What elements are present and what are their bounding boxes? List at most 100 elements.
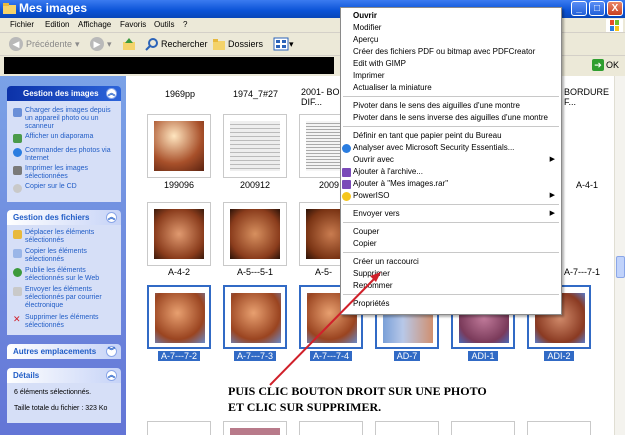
menu-item-delete[interactable]: Supprimer — [353, 269, 390, 278]
file-label-selected[interactable]: A-7---7-2 — [139, 351, 219, 361]
menu-separator — [343, 126, 559, 127]
menu-edition[interactable]: Edition — [45, 20, 69, 29]
file-label-selected[interactable]: ADI-2 — [519, 351, 599, 361]
thumbnail[interactable] — [223, 421, 287, 435]
menu-item-rotate-ccw[interactable]: Pivoter dans le sens inverse des aiguill… — [353, 113, 548, 122]
file-label[interactable]: 199096 — [139, 180, 219, 190]
file-label-selected[interactable]: ADI-1 — [443, 351, 523, 361]
task-load-images[interactable]: Charger des images depuis un appareil ph… — [13, 107, 117, 131]
menu-affichage[interactable]: Affichage — [78, 20, 111, 29]
thumbnail-selected[interactable] — [147, 285, 211, 349]
thumbnail[interactable] — [375, 421, 439, 435]
collapse-chevron-icon[interactable]: ︽ — [106, 212, 117, 223]
menu-item-create-shortcut[interactable]: Créer un raccourci — [353, 257, 419, 266]
menu-item-open-with[interactable]: Ouvrir avec — [353, 155, 394, 164]
file-label[interactable]: A-7---7-1 — [564, 267, 600, 277]
thumbnail[interactable] — [451, 421, 515, 435]
thumbnail-selected[interactable] — [223, 285, 287, 349]
image-tasks-header[interactable]: Gestion des images ︽ — [7, 86, 121, 101]
expand-chevron-icon[interactable]: ︾ — [106, 346, 117, 357]
copy-icon — [13, 249, 22, 258]
file-label[interactable]: 2009 — [319, 180, 339, 190]
web-publish-icon — [13, 268, 22, 277]
menu-item-properties[interactable]: Propriétés — [353, 299, 389, 308]
thumbnail[interactable] — [147, 114, 211, 178]
menu-item-edit[interactable]: Modifier — [353, 23, 381, 32]
forward-button[interactable]: ▶ ▾ — [90, 37, 112, 51]
maximize-button[interactable]: □ — [589, 1, 605, 16]
task-delete[interactable]: ✕ Supprimer les éléments sélectionnés — [13, 314, 117, 330]
file-label-selected[interactable]: A-7---7-3 — [215, 351, 295, 361]
task-email[interactable]: Envoyer les éléments sélectionnés par co… — [13, 286, 117, 310]
task-move[interactable]: Déplacer les éléments sélectionnés — [13, 229, 117, 245]
submenu-arrow-icon: ▶ — [549, 210, 555, 217]
task-publish[interactable]: Publie les éléments sélectionnés sur le … — [13, 267, 117, 283]
submenu-arrow-icon: ▶ — [549, 192, 555, 199]
document-image — [230, 121, 280, 171]
thumbnail[interactable] — [147, 421, 211, 435]
back-button[interactable]: ◀ Précédente ▾ — [9, 37, 80, 51]
menu-item-rotate-cw[interactable]: Pivoter dans le sens des aiguilles d'une… — [353, 101, 520, 110]
task-copy-cd[interactable]: Copier sur le CD — [13, 183, 117, 193]
vertical-scrollbar[interactable] — [614, 76, 625, 435]
details-header[interactable]: Détails ︽ — [7, 368, 121, 383]
instruction-line-1: PUIS CLIC BOUTON DROIT SUR UNE PHOTO — [228, 384, 487, 398]
task-print[interactable]: Imprimer les images sélectionnées — [13, 165, 117, 181]
collapse-chevron-icon[interactable]: ︽ — [106, 88, 117, 99]
menu-outils[interactable]: Outils — [154, 20, 174, 29]
file-label-selected[interactable]: AD-7 — [367, 351, 447, 361]
up-folder-button[interactable] — [122, 37, 136, 51]
menu-item-print[interactable]: Imprimer — [353, 71, 385, 80]
menu-item-add-archive[interactable]: Ajouter à l'archive... — [353, 167, 423, 176]
thumbnail[interactable] — [223, 114, 287, 178]
collapse-chevron-icon[interactable]: ︽ — [106, 370, 117, 381]
close-button[interactable]: X — [607, 1, 623, 16]
menu-item-send-to[interactable]: Envoyer vers — [353, 209, 400, 218]
menu-fichier[interactable]: Fichier — [10, 20, 34, 29]
menu-item-preview[interactable]: Aperçu — [353, 35, 378, 44]
go-arrow-icon: ➔ — [592, 59, 604, 71]
file-label[interactable]: 200912 — [215, 180, 295, 190]
menu-favoris[interactable]: Favoris — [120, 20, 146, 29]
thumbnail[interactable] — [527, 421, 591, 435]
file-label[interactable]: BORDURE F... — [564, 87, 614, 107]
scrollbar-thumb[interactable] — [616, 256, 625, 278]
menu-item-add-rar[interactable]: Ajouter à "Mes images.rar" — [353, 179, 448, 188]
menu-item-refresh-thumbnail[interactable]: Actualiser la miniature — [353, 83, 432, 92]
file-label[interactable]: A-5---5-1 — [215, 267, 295, 277]
task-slideshow[interactable]: Afficher un diaporama — [13, 133, 117, 143]
file-label[interactable]: A-5- — [315, 267, 332, 277]
redacted-address — [4, 57, 334, 74]
file-tasks-header[interactable]: Gestion des fichiers ︽ — [7, 210, 121, 225]
task-order-prints[interactable]: Commander des photos via Internet — [13, 147, 117, 163]
go-button[interactable]: ➔ OK — [592, 59, 619, 71]
file-label[interactable]: A-4-1 — [576, 180, 598, 190]
menu-item-set-wallpaper[interactable]: Définir en tant que papier peint du Bure… — [353, 131, 502, 140]
search-button[interactable]: Rechercher — [145, 37, 208, 51]
menu-item-mse-scan[interactable]: Analyser avec Microsoft Security Essenti… — [353, 143, 514, 152]
minimize-button[interactable]: _ — [571, 1, 587, 16]
menu-item-rename[interactable]: Renommer — [353, 281, 393, 290]
folders-button[interactable]: Dossiers — [212, 37, 263, 51]
menu-item-copy[interactable]: Copier — [353, 239, 377, 248]
other-places-header[interactable]: Autres emplacements ︾ — [7, 344, 121, 359]
menu-item-poweriso[interactable]: PowerISO — [353, 191, 389, 200]
menu-item-open[interactable]: Ouvrir — [353, 11, 377, 20]
file-label-selected[interactable]: A-7---7-4 — [291, 351, 371, 361]
thumbnail[interactable] — [147, 202, 211, 266]
thumbnail[interactable] — [223, 202, 287, 266]
file-label[interactable]: 1969pp — [165, 89, 195, 99]
windows-logo-icon — [606, 19, 623, 32]
menu-item-pdfcreator[interactable]: Créer des fichiers PDF ou bitmap avec PD… — [353, 47, 535, 56]
task-copy[interactable]: Copier les éléments sélectionnés — [13, 248, 117, 264]
menu-item-cut[interactable]: Couper — [353, 227, 379, 236]
file-label[interactable]: A-4-2 — [139, 267, 219, 277]
menu-item-gimp[interactable]: Edit with GIMP — [353, 59, 406, 68]
task-pane: Gestion des images ︽ Charger des images … — [0, 76, 126, 435]
menu-help[interactable]: ? — [183, 20, 187, 29]
thumbnail[interactable] — [299, 421, 363, 435]
winrar-icon — [342, 180, 351, 189]
file-label[interactable]: 1974_7#27 — [233, 89, 278, 99]
details-title: Détails — [13, 371, 40, 380]
view-button[interactable]: ▾ — [273, 37, 294, 51]
